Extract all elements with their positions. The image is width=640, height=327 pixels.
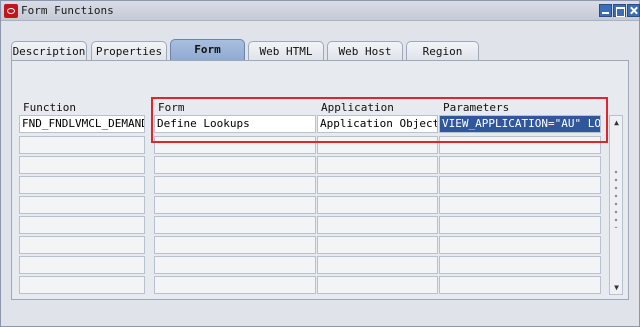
arrow-down-icon[interactable]: ▼	[612, 283, 621, 292]
close-icon[interactable]	[627, 4, 640, 17]
column-header-parameters: Parameters	[443, 101, 510, 114]
column-header-application: Application	[321, 101, 394, 114]
application-field[interactable]: Application Object L	[317, 115, 438, 133]
column-header-form: Form	[158, 101, 185, 114]
tab-description[interactable]: Description	[11, 41, 87, 61]
minimize-icon[interactable]	[599, 4, 612, 17]
parameters-field-empty[interactable]	[439, 176, 601, 194]
application-field-empty[interactable]	[317, 236, 438, 254]
tab-web-html[interactable]: Web HTML	[248, 41, 324, 61]
tab-bar: Description Properties Form Web HTML Web…	[11, 39, 631, 61]
column-header-function: Function	[23, 101, 76, 114]
form-field-empty[interactable]	[154, 136, 316, 154]
form-field-empty[interactable]	[154, 216, 316, 234]
parameters-field-empty[interactable]	[439, 136, 601, 154]
parameters-field-empty[interactable]	[439, 196, 601, 214]
window-title: Form Functions	[21, 4, 114, 17]
function-field-empty[interactable]	[19, 136, 145, 154]
application-field-empty[interactable]	[317, 136, 438, 154]
form-field-empty[interactable]	[154, 276, 316, 294]
parameters-field-empty[interactable]	[439, 216, 601, 234]
parameters-field-empty[interactable]	[439, 276, 601, 294]
form-field-empty[interactable]	[154, 196, 316, 214]
form-field-empty[interactable]	[154, 176, 316, 194]
form-field-empty[interactable]	[154, 256, 316, 274]
function-field-empty[interactable]	[19, 276, 145, 294]
function-field[interactable]: FND_FNDLVMCL_DEMAND_C	[19, 115, 145, 133]
tab-region[interactable]: Region	[406, 41, 479, 61]
form-field-empty[interactable]	[154, 236, 316, 254]
function-field-empty[interactable]	[19, 176, 145, 194]
tab-form[interactable]: Form	[170, 39, 245, 61]
function-field-empty[interactable]	[19, 156, 145, 174]
oracle-icon	[4, 4, 18, 18]
maximize-icon[interactable]	[613, 4, 626, 17]
arrow-up-icon[interactable]: ▲	[612, 118, 621, 127]
function-field-empty[interactable]	[19, 236, 145, 254]
form-field-empty[interactable]	[154, 156, 316, 174]
application-field-empty[interactable]	[317, 156, 438, 174]
function-field-empty[interactable]	[19, 256, 145, 274]
application-field-empty[interactable]	[317, 276, 438, 294]
function-field-empty[interactable]	[19, 196, 145, 214]
form-field[interactable]: Define Lookups	[154, 115, 316, 133]
tab-web-host[interactable]: Web Host	[327, 41, 403, 61]
parameters-field-empty[interactable]	[439, 236, 601, 254]
form-functions-window: Form Functions Description Properties Fo…	[0, 0, 640, 327]
application-field-empty[interactable]	[317, 176, 438, 194]
scroll-grip[interactable]	[614, 168, 618, 228]
tab-properties[interactable]: Properties	[91, 41, 167, 61]
function-field-empty[interactable]	[19, 216, 145, 234]
application-field-empty[interactable]	[317, 216, 438, 234]
application-field-empty[interactable]	[317, 256, 438, 274]
parameters-field-empty[interactable]	[439, 256, 601, 274]
title-bar[interactable]: Form Functions	[1, 1, 640, 21]
parameters-field-empty[interactable]	[439, 156, 601, 174]
parameters-field[interactable]: VIEW_APPLICATION="AU" LOOKU	[439, 115, 601, 133]
vertical-scrollbar[interactable]: ▲ ▼	[609, 115, 623, 295]
application-field-empty[interactable]	[317, 196, 438, 214]
